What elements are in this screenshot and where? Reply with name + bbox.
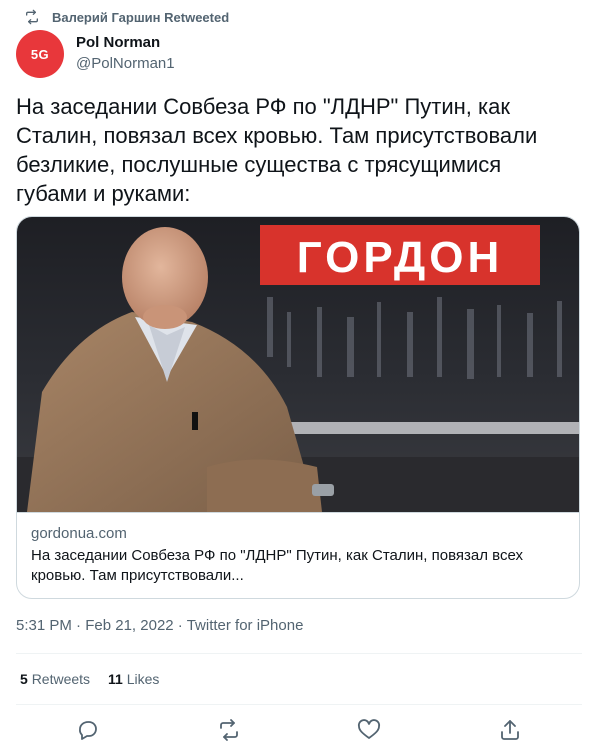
engagement-stats: 5 Retweets 11 Likes bbox=[20, 671, 159, 687]
reply-icon[interactable] bbox=[76, 718, 100, 742]
link-card[interactable]: ГОРДОН gordonua.com На заседании Совбеза… bbox=[16, 216, 580, 599]
tweet-time[interactable]: 5:31 PM bbox=[16, 617, 72, 634]
author-name[interactable]: Pol Norman bbox=[76, 34, 175, 52]
tweet-date[interactable]: Feb 21, 2022 bbox=[85, 617, 173, 634]
divider bbox=[16, 653, 582, 654]
likes-count: 11 bbox=[108, 671, 123, 687]
avatar-label: 5G bbox=[30, 46, 50, 62]
card-image: ГОРДОН bbox=[17, 217, 579, 512]
share-icon[interactable] bbox=[498, 718, 522, 742]
avatar[interactable]: 5G bbox=[16, 30, 64, 78]
card-banner-text: ГОРДОН bbox=[297, 233, 504, 282]
retweeted-by-bar: Валерий Гаршин Retweeted bbox=[24, 8, 229, 26]
tweet-text: На заседании Совбеза РФ по "ЛДНР" Путин,… bbox=[16, 94, 538, 206]
like-icon[interactable] bbox=[357, 718, 381, 742]
retweets-count: 5 bbox=[20, 671, 28, 687]
tweet-meta: 5:31 PM · Feb 21, 2022 · Twitter for iPh… bbox=[16, 617, 303, 634]
tweet-source[interactable]: Twitter for iPhone bbox=[187, 617, 304, 634]
action-bar bbox=[0, 712, 598, 748]
retweets-stat[interactable]: 5 Retweets bbox=[20, 671, 90, 687]
retweeted-by-text[interactable]: Валерий Гаршин Retweeted bbox=[52, 10, 229, 25]
retweets-label: Retweets bbox=[31, 671, 91, 687]
author-info: Pol Norman @PolNorman1 bbox=[76, 34, 175, 74]
meta-separator: · bbox=[71, 617, 86, 634]
likes-stat[interactable]: 11 Likes bbox=[108, 671, 159, 687]
retweet-icon[interactable] bbox=[217, 718, 241, 742]
card-title: На заседании Совбеза РФ по "ЛДНР" Путин,… bbox=[31, 547, 523, 584]
divider bbox=[16, 704, 582, 705]
card-domain: gordonua.com bbox=[31, 525, 127, 542]
likes-label: Likes bbox=[126, 671, 160, 687]
retweet-icon bbox=[24, 9, 40, 25]
card-info: gordonua.com На заседании Совбеза РФ по … bbox=[17, 512, 579, 598]
author-handle[interactable]: @PolNorman1 bbox=[76, 54, 175, 74]
meta-separator: · bbox=[173, 617, 187, 634]
